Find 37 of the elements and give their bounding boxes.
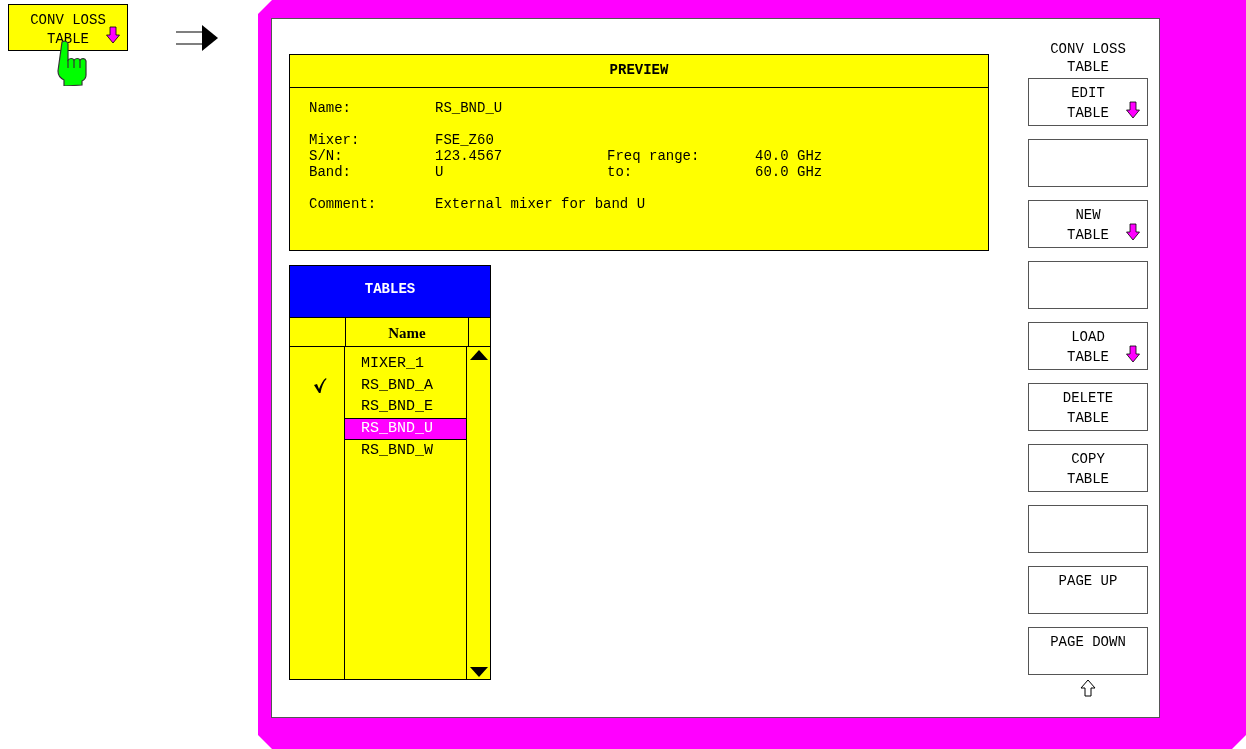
softkey-button[interactable] <box>1028 139 1148 187</box>
table-list-item[interactable]: RS_BND_W <box>345 439 466 461</box>
field-value: 60.0 GHz <box>755 164 823 180</box>
field-value: RS_BND_U <box>435 100 503 116</box>
softkey-button[interactable]: COPY TABLE <box>1028 444 1148 492</box>
column-header: Name <box>346 318 469 346</box>
field-value: External mixer for band U <box>435 196 646 212</box>
softkey-button[interactable]: EDIT TABLE <box>1028 78 1148 126</box>
scroll-up-icon <box>469 350 488 360</box>
table-list-item[interactable]: RS_BND_E <box>345 396 466 418</box>
right-arrow-icon <box>175 24 219 52</box>
scroll-down-icon <box>469 667 488 677</box>
field-value: FSE_Z60 <box>435 132 494 148</box>
softkey-button[interactable]: CONV LOSS TABLE <box>8 4 128 51</box>
softkey-button[interactable]: NEW TABLE <box>1028 200 1148 248</box>
menu-title: CONV LOSS TABLE <box>1050 40 1126 76</box>
table-list-item[interactable]: MIXER_1 <box>345 353 466 375</box>
field-label: Mixer: <box>309 132 361 148</box>
field-value: U <box>435 164 445 180</box>
softkey-button[interactable]: PAGE DOWN <box>1028 627 1148 675</box>
up-arrow-icon <box>1080 679 1096 697</box>
softkey-button[interactable]: PAGE UP <box>1028 566 1148 614</box>
field-label: Comment: <box>309 196 378 212</box>
field-label: S/N: <box>309 148 344 164</box>
table-list-item[interactable]: RS_BND_A <box>345 374 466 396</box>
field-value: 123.4567 <box>435 148 504 164</box>
field-label: to: <box>607 164 634 180</box>
softkey-button[interactable]: DELETE TABLE <box>1028 383 1148 431</box>
field-label: Freq range: <box>607 148 701 164</box>
softkey-button[interactable] <box>1028 505 1148 553</box>
panel-title: PREVIEW <box>290 55 988 88</box>
panel-title: TABLES <box>290 266 490 318</box>
field-label: Name: <box>309 100 352 116</box>
softkey-button[interactable] <box>1028 261 1148 309</box>
field-label: Band: <box>309 164 352 180</box>
softkey-button[interactable]: LOAD TABLE <box>1028 322 1148 370</box>
field-value: 40.0 GHz <box>755 148 823 164</box>
